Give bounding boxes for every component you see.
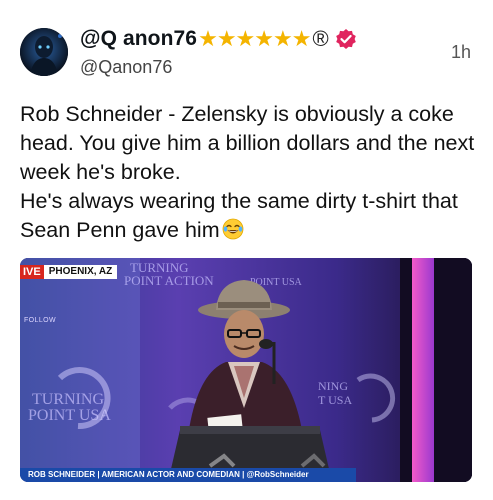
post-line: Rob Schneider - Zelensky is obviously a … [20, 102, 475, 184]
verified-badge-icon [335, 28, 357, 50]
avatar[interactable] [20, 28, 68, 76]
backdrop-text: T USA [318, 393, 352, 407]
post-line-with-emoji: He's always wearing the same dirty t-shi… [20, 187, 475, 248]
follow-label: FOLLOW [24, 317, 56, 324]
backdrop-text: NING [318, 379, 348, 393]
location-tag: PHOENIX, AZ [43, 265, 118, 279]
backdrop-text: POINT ACTION [124, 273, 214, 288]
post-text: Rob Schneider - Zelensky is obviously a … [20, 100, 475, 248]
live-tag: IVE [20, 265, 44, 279]
avatar-image [20, 28, 68, 76]
display-name[interactable]: @Q anon76 [80, 27, 197, 51]
laughing-emoji-icon [222, 218, 244, 248]
star-icon: ★ [291, 26, 312, 51]
star-icon: ★ [254, 26, 275, 51]
video-thumbnail[interactable]: TURNING POINT ACTION POINT USA TURNING P… [20, 258, 472, 482]
star-icon: ★ [273, 26, 293, 51]
star-icon: ★ [235, 26, 256, 51]
author-name-row: @Q anon76 ★ ★ ★ ★ ★ ★ ® [80, 24, 357, 54]
live-badge: IVE PHOENIX, AZ [20, 265, 118, 279]
lower-third-chyron: ROB SCHNEIDER | AMERICAN ACTOR AND COMED… [20, 468, 356, 482]
star-icon: ★ [198, 26, 218, 51]
post-timestamp[interactable]: 1h [451, 42, 471, 63]
registered-mark-icon: ® [312, 26, 329, 51]
author-handle[interactable]: @Qanon76 [80, 57, 172, 78]
star-badges: ★ ★ ★ ★ ★ ★ [198, 26, 312, 51]
tweet-card[interactable]: @Q anon76 ★ ★ ★ ★ ★ ★ ® @Qanon76 1h Rob … [0, 0, 493, 500]
video-frame: TURNING POINT ACTION POINT USA TURNING P… [20, 258, 472, 482]
backdrop-text: TURNING [32, 391, 104, 408]
star-icon: ★ [216, 26, 237, 51]
